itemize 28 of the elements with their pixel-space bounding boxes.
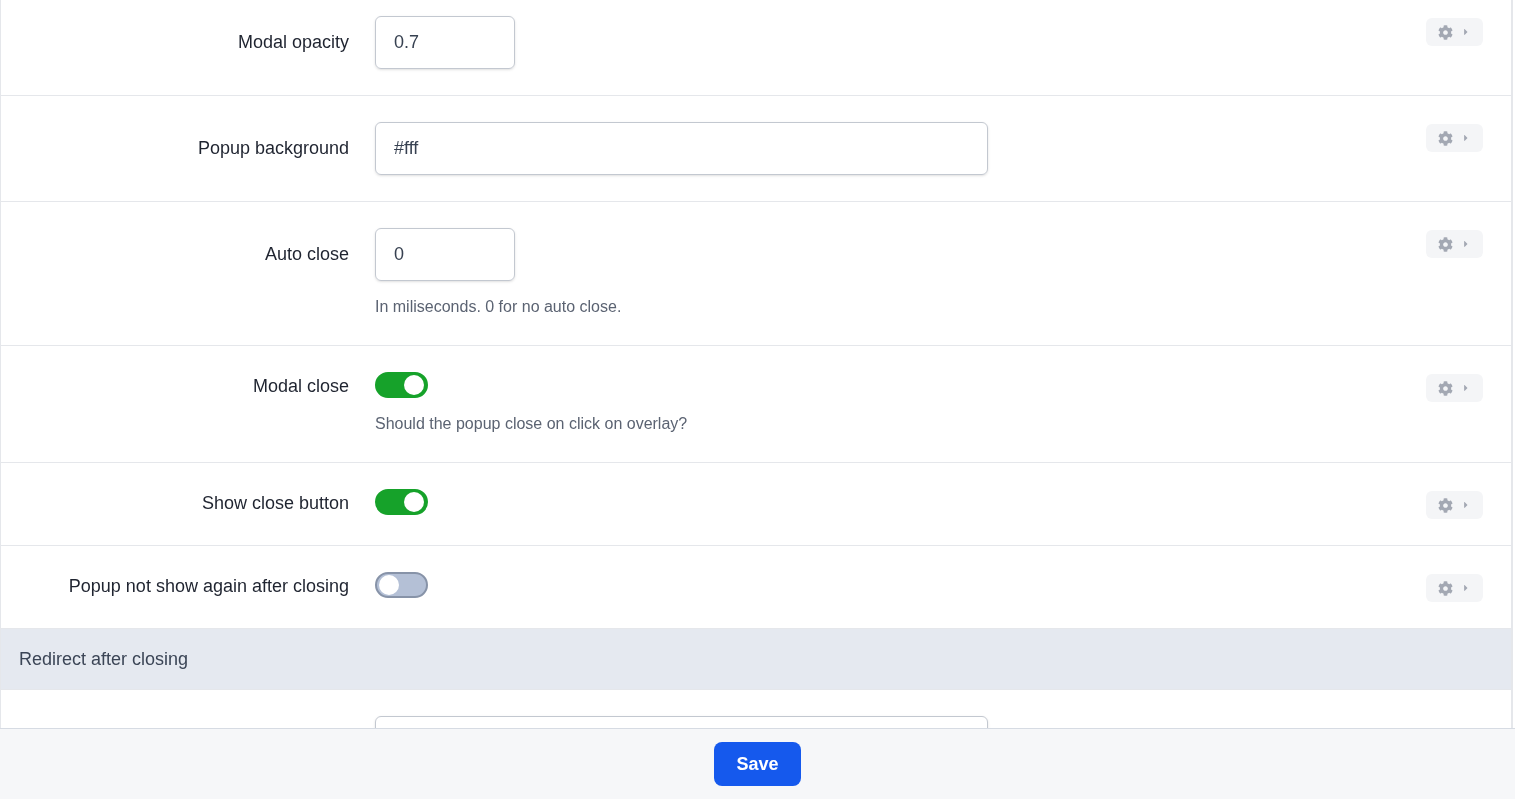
settings-icon	[1438, 130, 1453, 146]
settings-menu-button[interactable]	[1426, 574, 1483, 602]
text-field[interactable]: 0.7	[375, 16, 515, 69]
toggle-switch[interactable]	[375, 572, 428, 598]
settings-icon	[1438, 380, 1453, 396]
field-label: Modal opacity	[237, 31, 349, 54]
help-text: In miliseconds. 0 for no auto close.	[375, 297, 623, 317]
save-button[interactable]: Save	[714, 742, 801, 786]
text-field[interactable]: #fff	[375, 122, 988, 175]
help-text: Should the popup close on click on overlay?	[375, 414, 689, 434]
text-field[interactable]: 0	[375, 228, 515, 281]
settings-icon	[1438, 236, 1453, 252]
toggle-switch[interactable]	[375, 489, 428, 515]
field-label: Popup background	[197, 137, 349, 160]
section-title: Redirect after closing	[19, 648, 189, 671]
field-label: Show close button	[201, 492, 349, 515]
settings-menu-button[interactable]	[1426, 230, 1483, 258]
settings-menu-button[interactable]	[1426, 491, 1483, 519]
settings-menu-button[interactable]	[1426, 374, 1483, 402]
field-label: Auto close	[264, 243, 349, 266]
settings-icon	[1438, 497, 1453, 513]
settings-menu-button[interactable]	[1426, 124, 1483, 152]
settings-icon	[1438, 24, 1453, 40]
field-label: Popup not show again after closing	[68, 575, 349, 598]
settings-menu-button[interactable]	[1426, 18, 1483, 46]
settings-icon	[1438, 580, 1453, 596]
toggle-switch[interactable]	[375, 372, 428, 398]
field-label: Modal close	[252, 375, 349, 398]
